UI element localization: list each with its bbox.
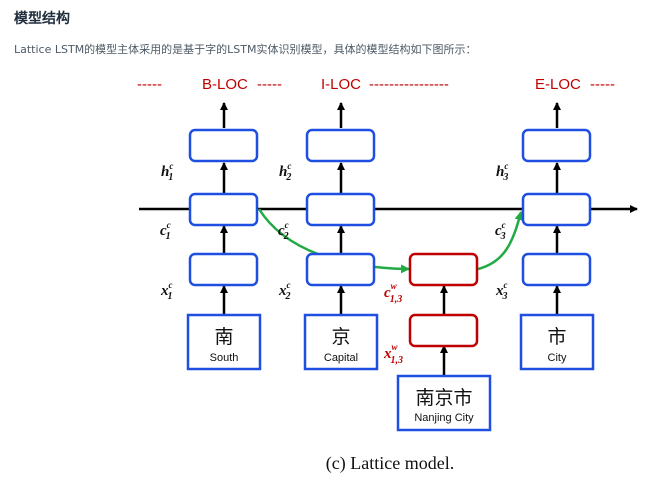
label-x3: xc 3 [495, 280, 508, 302]
lattice-lstm-diagram: ----- B-LOC ----- I-LOC ----------------… [137, 76, 638, 474]
label-h3: hc 3 [496, 161, 508, 183]
memory-cell-3 [521, 192, 592, 227]
hidden-cell-3 [521, 128, 592, 163]
label-h1: hc 1 [161, 161, 173, 183]
dash-segment: ----- [590, 76, 615, 93]
input-cell-3 [521, 252, 592, 287]
label-c-word: cw 1,3 [384, 281, 402, 305]
char-1-zh: 南 [214, 326, 233, 348]
memory-cell-2 [305, 192, 376, 227]
label-c1: cc 1 [160, 220, 171, 242]
word-cell [408, 252, 479, 287]
dash-segment: ----- [257, 76, 282, 93]
tag-i-loc: I-LOC [321, 76, 361, 93]
input-cell-1 [188, 252, 259, 287]
word-en: Nanjing City [414, 412, 474, 424]
char-2-en: Capital [324, 352, 358, 364]
tag-b-loc: B-LOC [202, 76, 248, 93]
label-h2: hc 2 [279, 161, 291, 183]
dash-segment: ---------------- [369, 76, 449, 93]
hidden-cell-1 [188, 128, 259, 163]
label-c3: cc 3 [495, 220, 506, 242]
char-1-en: South [210, 352, 239, 364]
word-input-cell [408, 313, 479, 348]
word-zh: 南京市 [415, 387, 472, 409]
tag-e-loc: E-LOC [535, 76, 581, 93]
label-x2: xc 2 [278, 280, 291, 302]
figure-caption: (c) Lattice model. [326, 453, 454, 474]
hidden-cell-2 [305, 128, 376, 163]
memory-cell-1 [188, 192, 259, 227]
label-x1: xc 1 [160, 280, 173, 302]
dash-segment: ----- [137, 76, 162, 93]
label-x-word: xw 1,3 [383, 342, 403, 366]
input-cell-2 [305, 252, 376, 287]
char-2-zh: 京 [331, 326, 350, 348]
label-c2: cc 2 [278, 220, 289, 242]
char-3-en: City [548, 352, 567, 364]
char-3-zh: 市 [547, 326, 566, 348]
lattice-arrow-out [477, 211, 524, 271]
